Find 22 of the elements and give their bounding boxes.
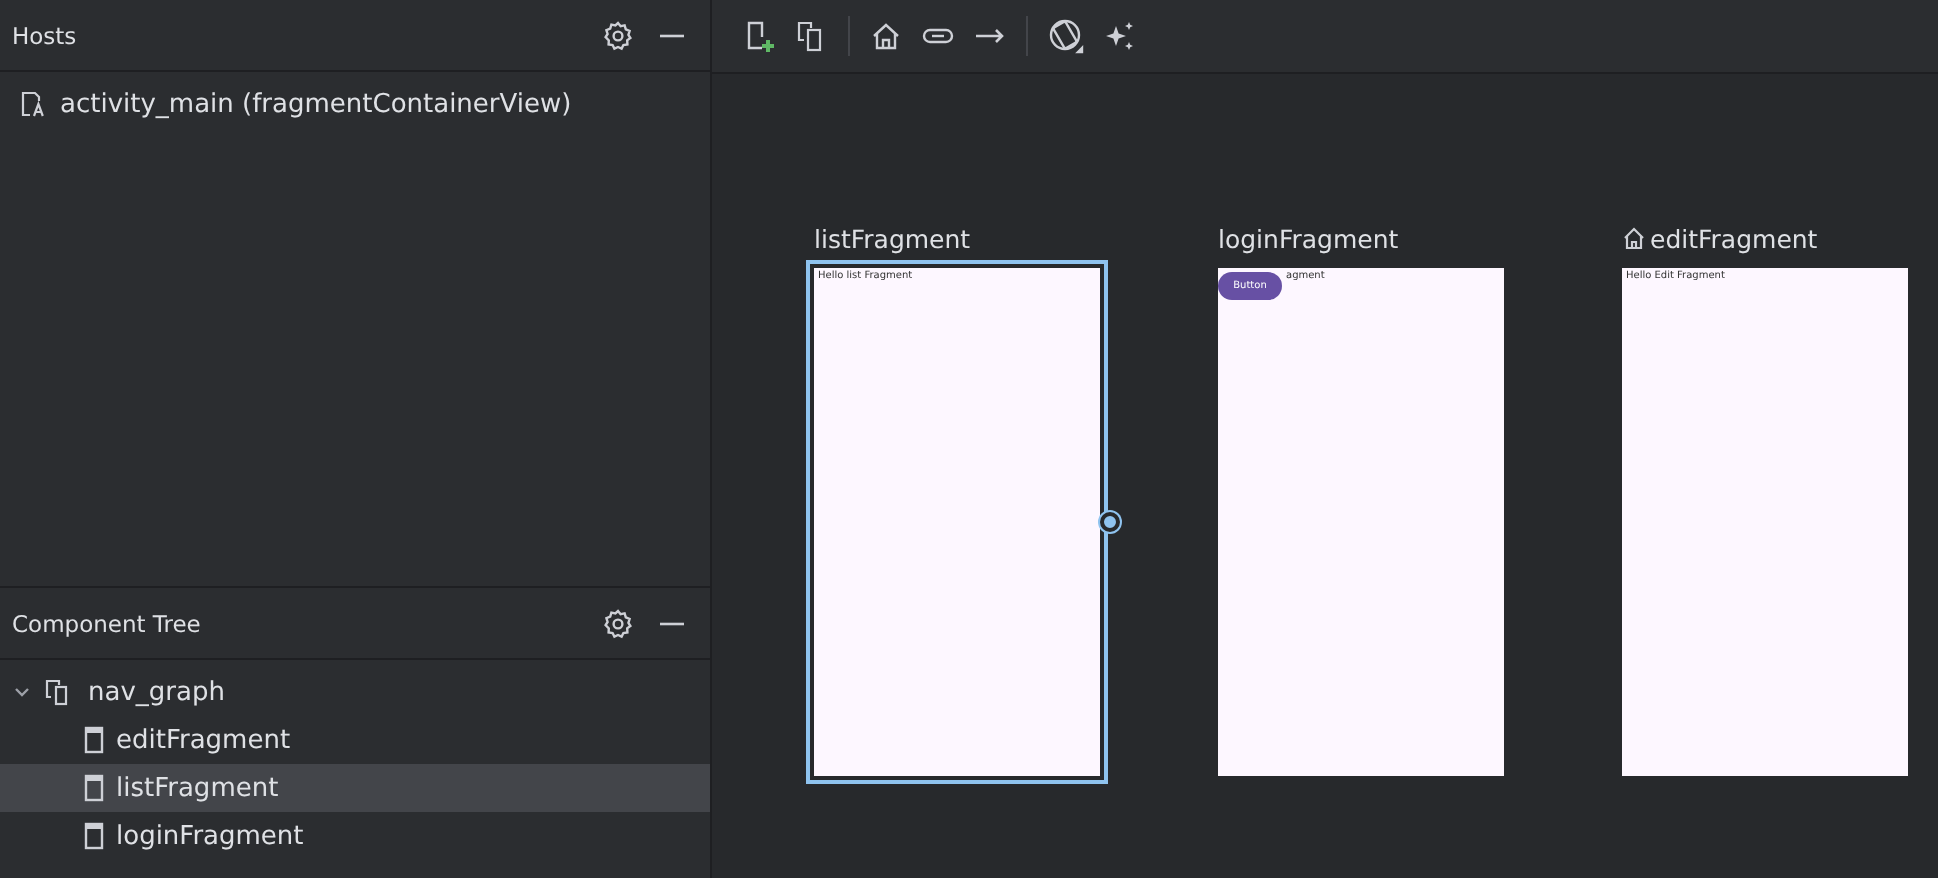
new-destination-icon[interactable] bbox=[744, 20, 776, 52]
tree-item[interactable]: loginFragment bbox=[0, 812, 710, 860]
tree-item[interactable]: activity_main (fragmentContainerView) bbox=[0, 80, 710, 128]
rotate-device-icon[interactable] bbox=[1048, 18, 1084, 54]
layout-file-icon bbox=[20, 90, 48, 118]
panel-title: Hosts bbox=[12, 21, 79, 49]
panel-title: Component Tree bbox=[12, 609, 203, 637]
phone-icon bbox=[84, 822, 104, 850]
expand-caret-icon[interactable] bbox=[12, 682, 32, 702]
destination-label: editFragment bbox=[1650, 223, 1818, 253]
home-icon[interactable] bbox=[870, 20, 902, 52]
tree-item[interactable]: nav_graph bbox=[0, 668, 710, 716]
destination-label: loginFragment bbox=[1218, 223, 1399, 253]
settings-icon[interactable] bbox=[602, 607, 634, 639]
destination-label: listFragment bbox=[814, 223, 971, 253]
tree-item[interactable]: listFragment bbox=[0, 764, 710, 812]
phone-icon bbox=[84, 774, 104, 802]
tree-item[interactable]: editFragment bbox=[0, 716, 710, 764]
phone-icon bbox=[84, 726, 104, 754]
settings-icon[interactable] bbox=[602, 19, 634, 51]
sparkle-icon[interactable] bbox=[1104, 20, 1136, 52]
action-handle[interactable] bbox=[1100, 512, 1120, 532]
